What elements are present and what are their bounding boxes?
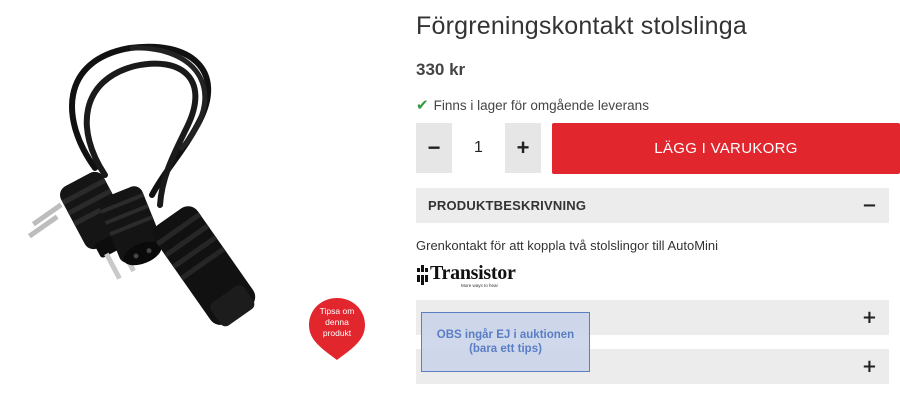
accordion-product-description[interactable]: PRODUKTBESKRIVNING − bbox=[416, 188, 889, 223]
overlay-note-line1: OBS ingår EJ i auktionen bbox=[436, 329, 575, 341]
stock-text: Finns i lager för omgående leverans bbox=[433, 97, 649, 113]
tip-badge-line2: denna bbox=[325, 317, 349, 327]
share-tip-badge[interactable]: Tipsa om denna produkt bbox=[307, 296, 367, 362]
quantity-increase-button[interactable]: + bbox=[505, 123, 541, 173]
add-to-cart-button[interactable]: LÄGG I VARUKORG bbox=[552, 123, 900, 174]
product-title: Förgreningskontakt stolslinga bbox=[416, 12, 747, 40]
quantity-decrease-button[interactable]: − bbox=[416, 123, 452, 173]
overlay-note: OBS ingår EJ i auktionen (bara ett tips) bbox=[421, 312, 590, 372]
product-description-text: Grenkontakt för att koppla två stolsling… bbox=[416, 238, 719, 253]
expand-icon[interactable]: + bbox=[862, 356, 877, 377]
expand-icon[interactable]: + bbox=[862, 307, 877, 328]
collapse-icon[interactable]: − bbox=[862, 195, 877, 216]
product-price: 330 kr bbox=[416, 60, 466, 79]
quantity-input[interactable] bbox=[452, 123, 505, 173]
accordion-description-label: PRODUKTBESKRIVNING bbox=[428, 198, 587, 213]
overlay-note-line2: (bara ett tips) bbox=[469, 343, 542, 355]
brand-name: Transistor bbox=[430, 262, 516, 284]
stock-status: ✔ Finns i lager för omgående leverans bbox=[416, 96, 649, 114]
tip-badge-line3: produkt bbox=[322, 328, 352, 338]
tip-badge-line1: Tipsa om bbox=[319, 306, 355, 316]
check-icon: ✔ bbox=[416, 96, 429, 114]
brand-tagline: More ways to hear bbox=[461, 283, 499, 288]
